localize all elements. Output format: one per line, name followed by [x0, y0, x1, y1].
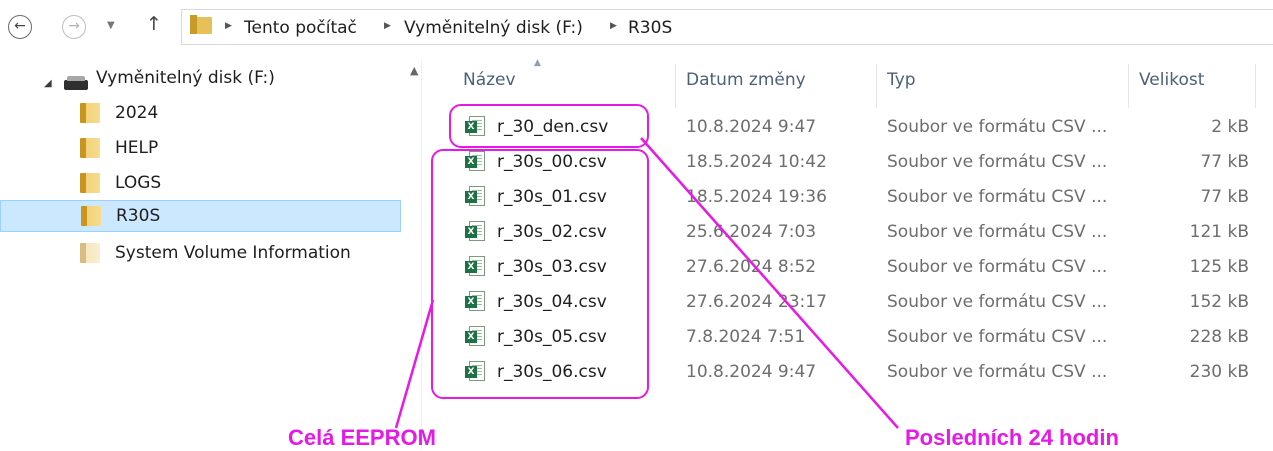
annotation-lines	[394, 137, 899, 429]
annotation-line-eeprom	[394, 299, 435, 429]
annotation-line-24h	[640, 137, 899, 429]
annotation-label-24h: Posledních 24 hodin	[905, 425, 1119, 450]
annotation-label-eeprom: Celá EEPROM	[288, 425, 436, 450]
